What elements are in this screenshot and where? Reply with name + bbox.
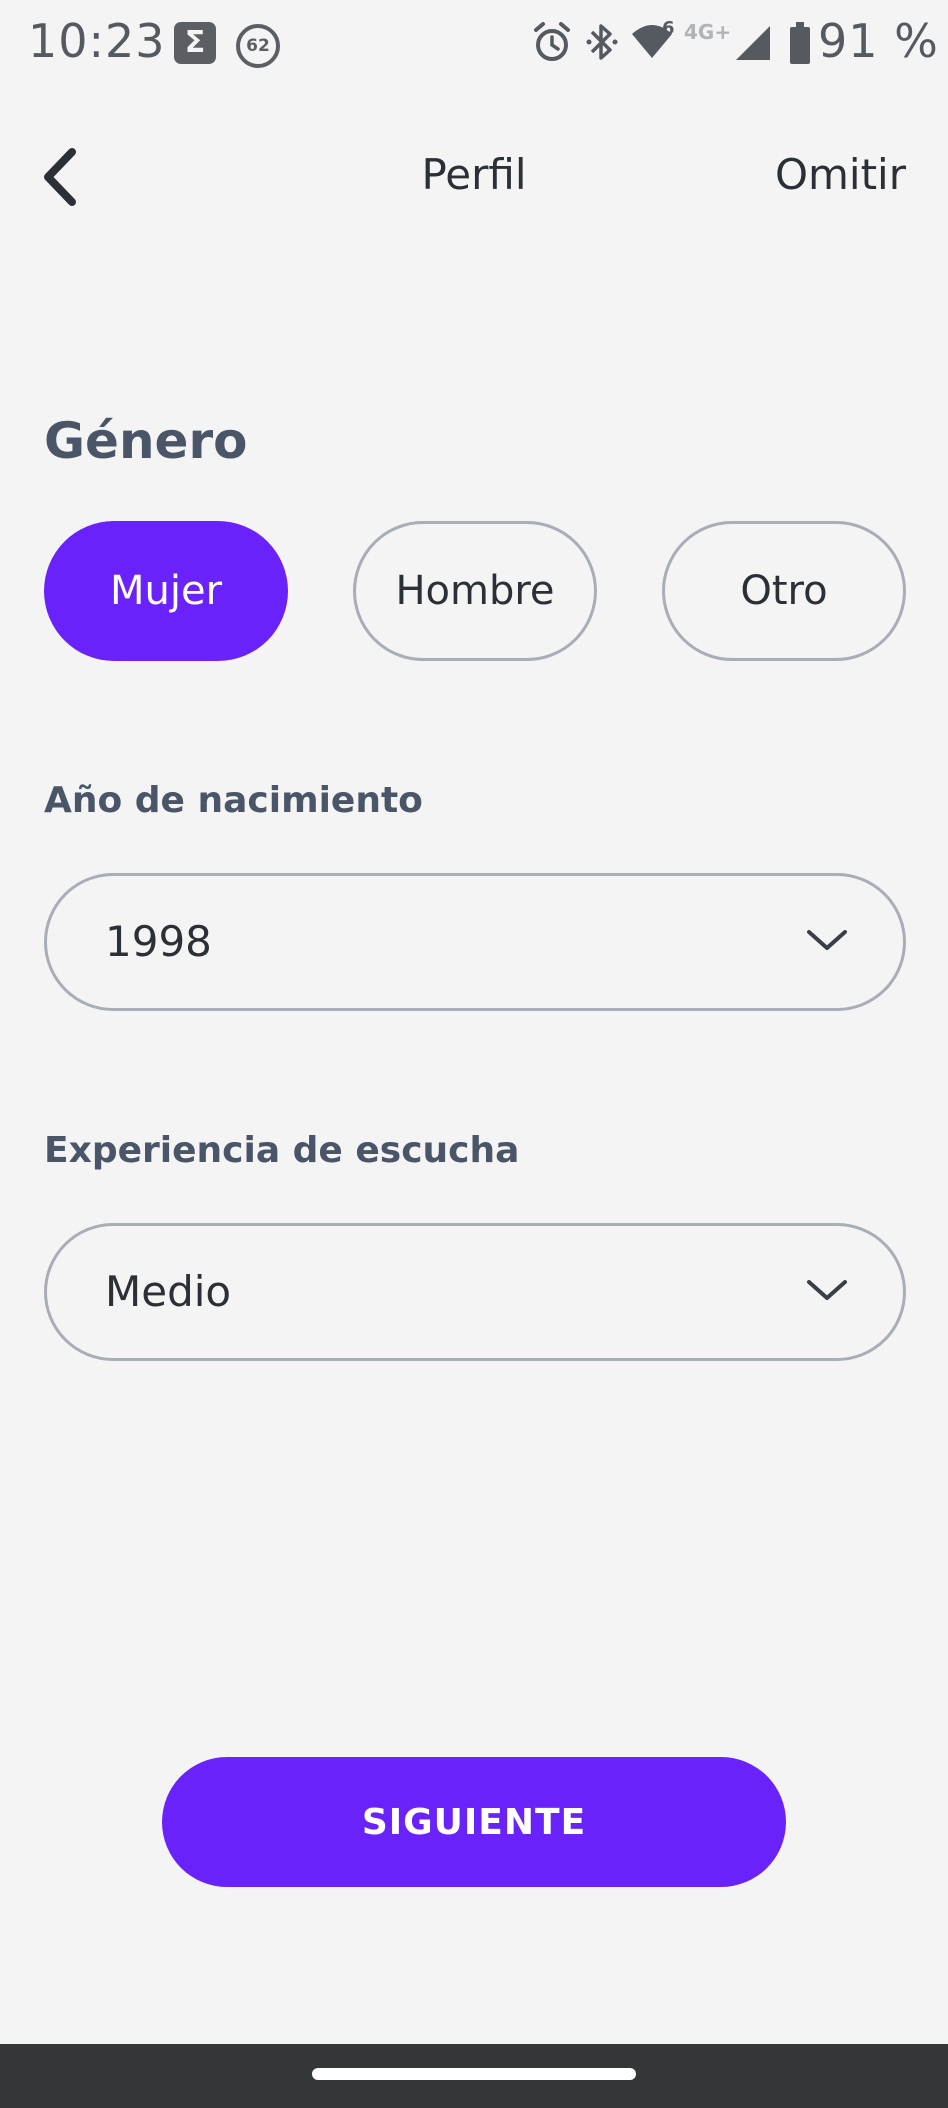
network-type: 4G+ (684, 20, 732, 44)
next-button[interactable]: SIGUIENTE (162, 1757, 786, 1887)
listening-experience-label: Experiencia de escucha (44, 1130, 520, 1171)
gender-option-label: Otro (740, 568, 828, 614)
bluetooth-icon (586, 24, 618, 60)
system-nav-bar (0, 2044, 948, 2108)
battery-percentage: 91 % (818, 14, 939, 68)
gender-option-otro[interactable]: Otro (662, 521, 906, 661)
status-bar: 10:23 Σ 62 6 4G+ 91 % (0, 0, 948, 92)
gender-option-hombre[interactable]: Hombre (353, 521, 597, 661)
notification-badge-icon: 62 (236, 24, 280, 68)
wifi-superscript: 6 (662, 18, 675, 39)
home-indicator[interactable] (312, 2068, 636, 2080)
listening-experience-select[interactable]: Medio (44, 1223, 906, 1361)
skip-button[interactable]: Omitir (775, 150, 906, 199)
birth-year-label: Año de nacimiento (44, 780, 423, 821)
birth-year-select[interactable]: 1998 (44, 873, 906, 1011)
gender-option-label: Hombre (395, 568, 555, 614)
gender-option-mujer[interactable]: Mujer (44, 521, 288, 661)
birth-year-value: 1998 (105, 917, 212, 966)
chevron-down-icon (807, 1280, 847, 1300)
alarm-icon (534, 22, 570, 61)
battery-icon (790, 22, 810, 64)
chevron-down-icon (807, 930, 847, 950)
gender-option-label: Mujer (109, 568, 223, 614)
cell-signal-icon (736, 26, 770, 60)
gender-title: Género (44, 412, 248, 470)
sigma-app-icon: Σ (174, 22, 216, 64)
status-time: 10:23 (28, 14, 166, 68)
listening-experience-value: Medio (105, 1267, 232, 1316)
